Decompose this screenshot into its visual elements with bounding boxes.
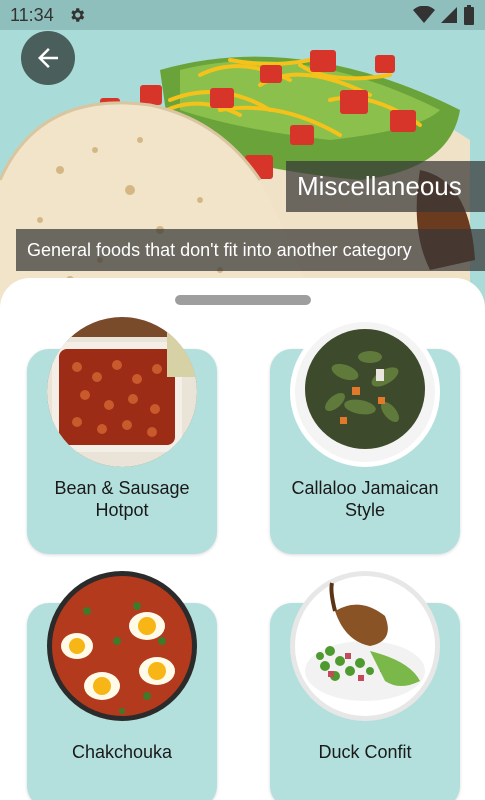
arrow-left-icon	[38, 48, 58, 68]
battery-icon	[464, 5, 474, 25]
status-bar: 11:34	[0, 0, 485, 30]
recipe-image	[47, 317, 197, 467]
recipe-name: Duck Confit	[318, 742, 412, 762]
wifi-icon	[413, 6, 435, 23]
recipe-image	[47, 571, 197, 721]
drag-handle[interactable]	[175, 295, 311, 305]
status-time: 11:34	[10, 4, 54, 25]
back-button[interactable]	[21, 31, 75, 85]
category-title: Miscellaneous	[286, 161, 485, 212]
recipe-name: Callaloo Jamaican Style	[291, 478, 439, 520]
category-description: General foods that don't fit into anothe…	[16, 229, 485, 271]
status-icons	[413, 5, 475, 25]
signal-icon	[441, 7, 457, 23]
recipe-name: Bean & Sausage Hotpot	[54, 478, 190, 520]
recipe-name: Chakchouka	[71, 742, 173, 762]
settings-gear-icon	[71, 8, 84, 22]
recipe-image	[290, 571, 440, 721]
recipe-image	[290, 317, 440, 467]
